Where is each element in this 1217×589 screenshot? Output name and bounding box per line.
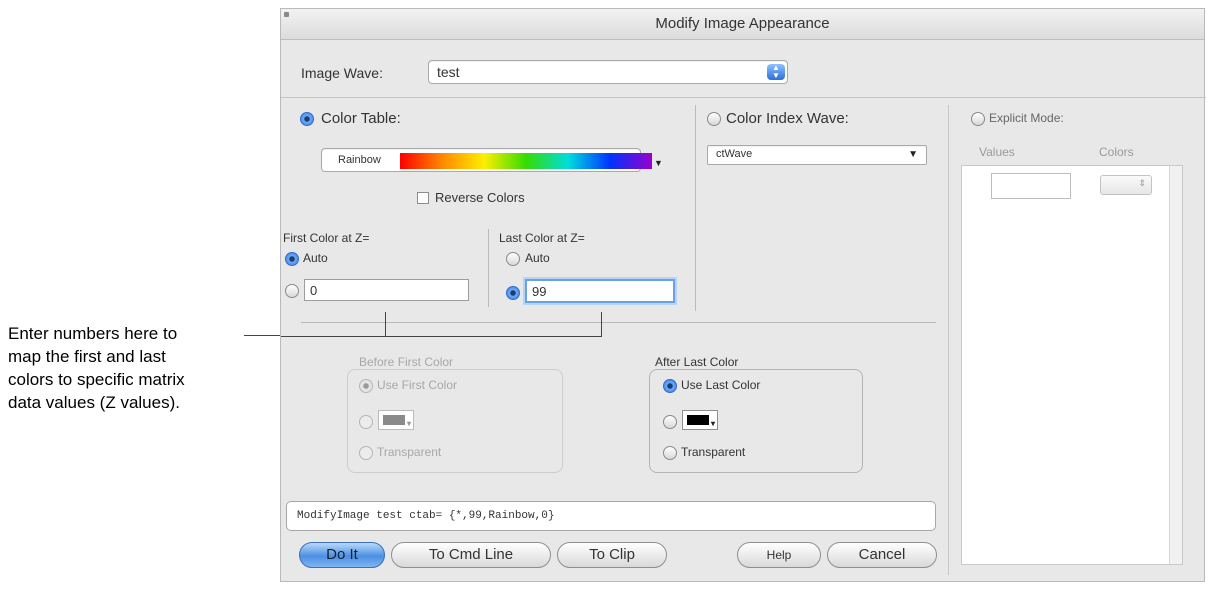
popup-stepper-icon: ▲ ▼ [767,64,785,80]
color-index-wave-popup[interactable]: ctWave ▼ [707,145,927,165]
do-it-button[interactable]: Do It [299,542,385,568]
cancel-button[interactable]: Cancel [827,542,937,568]
first-color-value-radio[interactable] [285,284,299,298]
annotation-tick-first [385,312,386,336]
after-last-transparent-radio[interactable] [663,446,677,460]
color-index-wave-value: ctWave [716,148,753,160]
explicit-color-select[interactable]: ⇕ [1100,175,1152,195]
colors-column-header: Colors [1099,145,1134,159]
color-table-label: Color Table: [321,110,401,127]
use-first-color-label: Use First Color [377,378,458,392]
explicit-value-input[interactable] [991,173,1071,199]
help-button[interactable]: Help [737,542,821,568]
image-wave-popup[interactable]: test ▲ ▼ [428,60,788,84]
before-first-swatch-radio[interactable] [359,415,373,429]
first-color-auto-radio[interactable] [285,252,299,266]
chevron-down-icon: ▼ [654,158,663,168]
explicit-list-scrollbar[interactable] [1169,166,1182,564]
explicit-mode-radio[interactable] [971,112,985,126]
dialog-title: Modify Image Appearance [655,15,830,32]
explicit-divider [948,105,949,575]
color-index-wave-label: Color Index Wave: [726,110,849,127]
modify-image-dialog: Modify Image Appearance Image Wave: test… [280,8,1206,582]
rainbow-gradient [400,153,652,169]
annotation-line: colors to specific matrix [8,370,185,389]
window-corner-icon [284,12,289,17]
command-preview: ModifyImage test ctab= {*,99,Rainbow,0} [286,501,936,531]
last-color-value-radio[interactable] [506,286,520,300]
annotation-bracket [281,336,601,337]
before-first-transparent-label: Transparent [377,445,442,459]
image-wave-label: Image Wave: [301,65,383,81]
annotation-line: data values (Z values). [8,393,180,412]
explicit-mode-label: Explicit Mode: [989,111,1064,125]
color-table-name: Rainbow [338,154,381,166]
annotation-tick-last [601,312,602,337]
to-cmd-line-button[interactable]: To Cmd Line [391,542,551,568]
stepper-icon: ⇕ [1138,178,1146,188]
before-first-color-label: Before First Color [359,355,454,369]
title-bar[interactable]: Modify Image Appearance [281,9,1204,40]
color-index-wave-radio[interactable] [707,112,721,126]
explicit-mode-list[interactable]: ⇕ [961,165,1183,565]
use-first-color-radio[interactable] [359,379,373,393]
image-wave-value: test [437,64,460,80]
after-last-color-swatch[interactable]: ▾ [682,410,718,430]
first-color-label: First Color at Z= [283,231,370,245]
last-color-auto-radio[interactable] [506,252,520,266]
use-last-color-label: Use Last Color [681,378,761,392]
reverse-colors-label: Reverse Colors [435,190,525,205]
values-column-header: Values [979,145,1015,159]
middle-divider [301,322,936,323]
first-last-divider [488,229,489,307]
last-color-z-input[interactable] [525,279,675,303]
last-color-auto-label: Auto [525,251,550,265]
after-last-color-label: After Last Color [655,355,739,369]
reverse-colors-checkbox[interactable] [417,192,429,204]
color-table-radio[interactable] [300,112,314,126]
to-clip-button[interactable]: To Clip [557,542,667,568]
before-first-color-swatch[interactable]: ▾ [378,410,414,430]
color-table-index-divider [695,105,696,311]
after-last-swatch-radio[interactable] [663,415,677,429]
top-divider [281,97,1206,98]
before-first-transparent-radio[interactable] [359,446,373,460]
annotation-line: Enter numbers here to [8,324,178,343]
annotation-text: Enter numbers here to map the first and … [8,322,244,414]
after-last-transparent-label: Transparent [681,445,746,459]
first-color-z-input[interactable] [304,279,469,301]
annotation-line: map the first and last [8,347,166,366]
color-table-popup[interactable]: Rainbow ▼ [321,148,663,172]
annotation-leader-line [244,335,284,336]
first-color-auto-label: Auto [303,251,328,265]
use-last-color-radio[interactable] [663,379,677,393]
chevron-down-icon: ▼ [908,149,918,160]
last-color-label: Last Color at Z= [499,231,585,245]
